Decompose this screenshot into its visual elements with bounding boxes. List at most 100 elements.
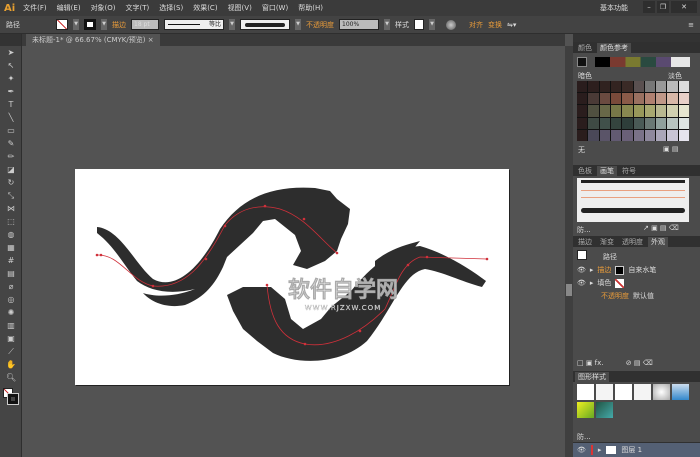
minimize-button[interactable]: – xyxy=(643,1,655,13)
color-variation-swatch[interactable] xyxy=(588,105,599,117)
layer-row[interactable]: 👁︎ ▸ 图层 1 xyxy=(573,443,700,457)
color-variation-swatch[interactable] xyxy=(622,105,633,117)
tab-stroke[interactable]: 描边 xyxy=(575,237,595,247)
menu-effect[interactable]: 效果(C) xyxy=(193,3,217,13)
type-tool-icon[interactable]: T xyxy=(6,100,16,110)
stroke-weight-input[interactable]: 18 pt xyxy=(131,19,159,30)
brush-item[interactable] xyxy=(581,180,685,183)
workspace-switcher[interactable]: 基本功能 xyxy=(600,3,628,13)
rectangle-tool-icon[interactable]: ▭ xyxy=(6,126,16,136)
pen-tool-icon[interactable]: ✒ xyxy=(6,87,16,97)
color-variation-swatch[interactable] xyxy=(610,129,622,141)
appearance-row-opacity[interactable]: 不透明度 默认值 xyxy=(601,290,654,302)
color-variation-swatch[interactable] xyxy=(588,117,599,129)
symbol-sprayer-tool-icon[interactable]: ✺ xyxy=(6,308,16,318)
stroke-swatch[interactable] xyxy=(84,19,96,30)
menu-help[interactable]: 帮助(H) xyxy=(298,3,323,13)
save-swatches-icon[interactable]: ▣ ▤ xyxy=(663,145,678,153)
color-variation-swatch[interactable] xyxy=(667,129,678,141)
color-variation-swatch[interactable] xyxy=(633,105,644,117)
color-variation-swatch[interactable] xyxy=(667,93,678,105)
color-variation-swatch[interactable] xyxy=(577,105,588,117)
slice-tool-icon[interactable]: ⟋ xyxy=(6,347,16,357)
perspective-grid-tool-icon[interactable]: ▦ xyxy=(6,243,16,253)
close-button[interactable]: ✕ xyxy=(671,1,697,13)
stroke-color-swatch[interactable] xyxy=(615,265,625,275)
fill-swatch[interactable] xyxy=(56,19,68,30)
color-variation-swatch[interactable] xyxy=(644,105,656,117)
opacity-link[interactable]: 不透明度 xyxy=(306,20,334,30)
color-variation-swatch[interactable] xyxy=(622,117,633,129)
brush-item-selected[interactable] xyxy=(581,208,685,213)
style-item[interactable] xyxy=(653,384,670,400)
blend-tool-icon[interactable]: ◎ xyxy=(6,295,16,305)
appearance-actions-icons[interactable]: □ ▣ fx. ⊘ ▤ ⌫ xyxy=(577,359,653,367)
color-variation-swatch[interactable] xyxy=(633,117,644,129)
line-tool-icon[interactable]: ╲ xyxy=(6,113,16,123)
appearance-row-fill[interactable]: 👁︎ ▸ 填色 xyxy=(577,277,625,289)
color-variation-swatch[interactable] xyxy=(678,129,689,141)
color-variation-swatch[interactable] xyxy=(599,93,610,105)
color-variation-swatch[interactable] xyxy=(633,129,644,141)
menu-window[interactable]: 窗口(W) xyxy=(262,3,288,13)
color-variation-swatch[interactable] xyxy=(656,117,667,129)
tab-brushes[interactable]: 画笔 xyxy=(597,165,617,176)
color-variation-swatch[interactable] xyxy=(678,93,689,105)
eraser-tool-icon[interactable]: ◪ xyxy=(6,165,16,175)
shape-builder-tool-icon[interactable]: ◍ xyxy=(6,230,16,240)
fill-stroke-control[interactable] xyxy=(0,386,21,408)
color-variation-swatch[interactable] xyxy=(644,93,656,105)
style-item[interactable] xyxy=(672,384,689,400)
panel-menu-icon[interactable]: ≡ xyxy=(688,21,694,29)
brush-item[interactable] xyxy=(581,190,685,198)
brush-definition[interactable] xyxy=(240,19,290,30)
artboard-tool-icon[interactable]: ▣ xyxy=(6,334,16,344)
color-variation-swatch[interactable] xyxy=(656,105,667,117)
chevron-down-icon[interactable]: ▼ xyxy=(429,19,435,30)
close-tab-icon[interactable]: × xyxy=(148,36,154,44)
color-variation-swatch[interactable] xyxy=(678,105,689,117)
vertical-scrollbar[interactable] xyxy=(565,46,573,457)
tab-swatches[interactable]: 色板 xyxy=(575,166,595,176)
free-transform-tool-icon[interactable]: ⬚ xyxy=(6,217,16,227)
gradient-tool-icon[interactable]: ▤ xyxy=(6,269,16,279)
chevron-down-icon[interactable]: ▼ xyxy=(73,19,79,30)
visibility-eye-icon[interactable]: 👁︎ xyxy=(577,279,586,287)
tab-color-guide[interactable]: 颜色参考 xyxy=(597,42,631,53)
menu-file[interactable]: 文件(F) xyxy=(23,3,47,13)
brush-list[interactable] xyxy=(577,178,689,222)
color-variation-swatch[interactable] xyxy=(599,105,610,117)
style-item[interactable] xyxy=(615,384,632,400)
restore-button[interactable]: ❐ xyxy=(657,1,669,13)
color-variation-swatch[interactable] xyxy=(577,93,588,105)
color-variation-swatch[interactable] xyxy=(633,93,644,105)
eyedropper-tool-icon[interactable]: ⌀ xyxy=(6,282,16,292)
color-variation-swatch[interactable] xyxy=(599,81,610,93)
stroke-icon[interactable] xyxy=(7,393,19,405)
color-variation-swatch[interactable] xyxy=(667,117,678,129)
color-variation-swatch[interactable] xyxy=(678,117,689,129)
tab-gradient[interactable]: 渐变 xyxy=(597,237,617,247)
tab-graphic-styles[interactable]: 图形样式 xyxy=(575,371,609,382)
style-item[interactable] xyxy=(634,384,651,400)
style-item[interactable] xyxy=(596,384,613,400)
color-variation-swatch[interactable] xyxy=(622,81,633,93)
style-item[interactable] xyxy=(577,402,594,418)
menu-object[interactable]: 对象(O) xyxy=(91,3,116,13)
harmony-rules-bar[interactable] xyxy=(595,57,690,67)
mesh-tool-icon[interactable]: # xyxy=(6,256,16,266)
color-variation-swatch[interactable] xyxy=(577,129,588,141)
brush-libraries-menu[interactable]: 防... xyxy=(577,225,591,235)
color-variation-swatch[interactable] xyxy=(667,81,678,93)
direct-selection-tool-icon[interactable]: ↖ xyxy=(6,61,16,71)
color-variation-swatch[interactable] xyxy=(599,117,610,129)
chevron-down-icon[interactable]: ▼ xyxy=(295,19,301,30)
transform-link[interactable]: 变换 xyxy=(488,20,502,30)
recolor-artwork-icon[interactable] xyxy=(446,19,456,30)
magic-wand-tool-icon[interactable]: ✦ xyxy=(6,74,16,84)
color-variation-swatch[interactable] xyxy=(610,81,622,93)
color-variation-swatch[interactable] xyxy=(633,81,644,93)
brush-artwork[interactable]: 软件自学网 WWW.RJZXW.COM xyxy=(75,169,509,385)
color-variation-swatch[interactable] xyxy=(577,117,588,129)
color-variation-swatch[interactable] xyxy=(644,129,656,141)
